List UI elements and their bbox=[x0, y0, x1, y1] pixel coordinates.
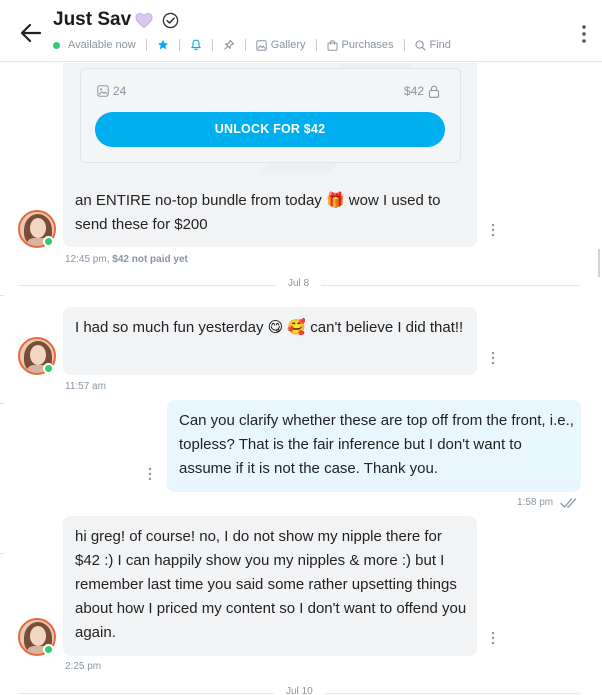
message-text: an ENTIRE no-top bundle from today 🎁 wow… bbox=[75, 192, 441, 233]
divider bbox=[0, 553, 4, 554]
divider bbox=[145, 39, 147, 51]
payment-status: $42 not paid yet bbox=[112, 254, 188, 265]
divider bbox=[178, 39, 180, 51]
image-icon bbox=[97, 85, 109, 97]
double-check-read-icon bbox=[560, 498, 577, 508]
message-options-icon[interactable] bbox=[491, 223, 495, 237]
unlock-button[interactable]: UNLOCK FOR $42 bbox=[95, 112, 445, 147]
header-subnav: Available now Gallery Purchases Find bbox=[53, 38, 451, 52]
message-time: 2:25 pm bbox=[65, 661, 102, 672]
contact-name[interactable]: Just Sav bbox=[53, 9, 179, 31]
scrollbar-thumb[interactable] bbox=[598, 249, 600, 277]
divider bbox=[403, 39, 405, 51]
more-options-icon[interactable] bbox=[580, 24, 588, 44]
message-options-icon[interactable] bbox=[491, 631, 495, 645]
message-time: 11:57 am bbox=[65, 381, 106, 392]
shopping-bag-icon bbox=[327, 39, 338, 51]
gallery-icon bbox=[255, 39, 267, 51]
purchases-label: Purchases bbox=[341, 39, 394, 51]
date-label: Jul 8 bbox=[276, 278, 322, 289]
message-text: Can you clarify whether these are top of… bbox=[179, 412, 574, 477]
search-icon bbox=[414, 39, 426, 51]
ppv-price-value: $42 bbox=[404, 84, 425, 98]
online-indicator bbox=[43, 644, 54, 655]
ppv-price: $42 bbox=[404, 84, 440, 98]
online-indicator bbox=[43, 363, 54, 374]
divider bbox=[0, 403, 4, 404]
find-link[interactable]: Find bbox=[414, 39, 451, 51]
message-meta: 12:45 pm, $42 not paid yet bbox=[65, 254, 188, 265]
message-time: 12:45 pm, bbox=[65, 254, 110, 265]
heart-icon bbox=[135, 12, 153, 28]
media-count-value: 24 bbox=[113, 84, 127, 98]
gallery-link[interactable]: Gallery bbox=[255, 39, 306, 51]
avatar-face bbox=[30, 345, 46, 365]
message-options-icon[interactable] bbox=[148, 467, 152, 481]
contact-name-text: Just Sav bbox=[53, 9, 132, 30]
date-label: Jul 10 bbox=[274, 686, 325, 695]
avatar-face bbox=[30, 218, 46, 238]
online-status-dot bbox=[53, 41, 60, 49]
find-label: Find bbox=[429, 39, 451, 51]
lock-icon bbox=[428, 85, 440, 98]
online-indicator bbox=[43, 236, 54, 247]
pin-icon[interactable] bbox=[223, 39, 235, 51]
avatar-face bbox=[30, 626, 46, 646]
message-text: I had so much fun yesterday 😋 🥰 can't be… bbox=[75, 319, 464, 336]
notification-bell-icon[interactable] bbox=[190, 39, 202, 51]
message-time: 1:58 pm bbox=[517, 497, 554, 508]
media-count: 24 bbox=[97, 84, 126, 98]
message-bubble-outgoing[interactable]: Can you clarify whether these are top of… bbox=[167, 400, 581, 492]
star-icon[interactable] bbox=[157, 39, 169, 51]
gallery-label: Gallery bbox=[270, 39, 306, 51]
availability-status: Available now bbox=[68, 39, 136, 51]
message-text: hi greg! of course! no, I do not show my… bbox=[75, 528, 467, 641]
divider bbox=[211, 39, 213, 51]
chat-header: Just Sav Available now Gallery Purchases… bbox=[0, 0, 602, 62]
divider bbox=[315, 39, 317, 51]
message-list[interactable]: 24 $42 UNLOCK FOR $42 an ENTIRE no-top b… bbox=[0, 63, 602, 695]
divider bbox=[0, 295, 4, 296]
verified-badge-icon bbox=[162, 12, 179, 28]
divider bbox=[244, 39, 246, 51]
message-options-icon[interactable] bbox=[491, 351, 495, 365]
purchases-link[interactable]: Purchases bbox=[327, 39, 394, 51]
message-bubble-incoming[interactable]: hi greg! of course! no, I do not show my… bbox=[63, 516, 477, 656]
back-arrow-icon[interactable] bbox=[20, 22, 42, 44]
message-bubble-incoming[interactable]: I had so much fun yesterday 😋 🥰 can't be… bbox=[63, 307, 477, 375]
